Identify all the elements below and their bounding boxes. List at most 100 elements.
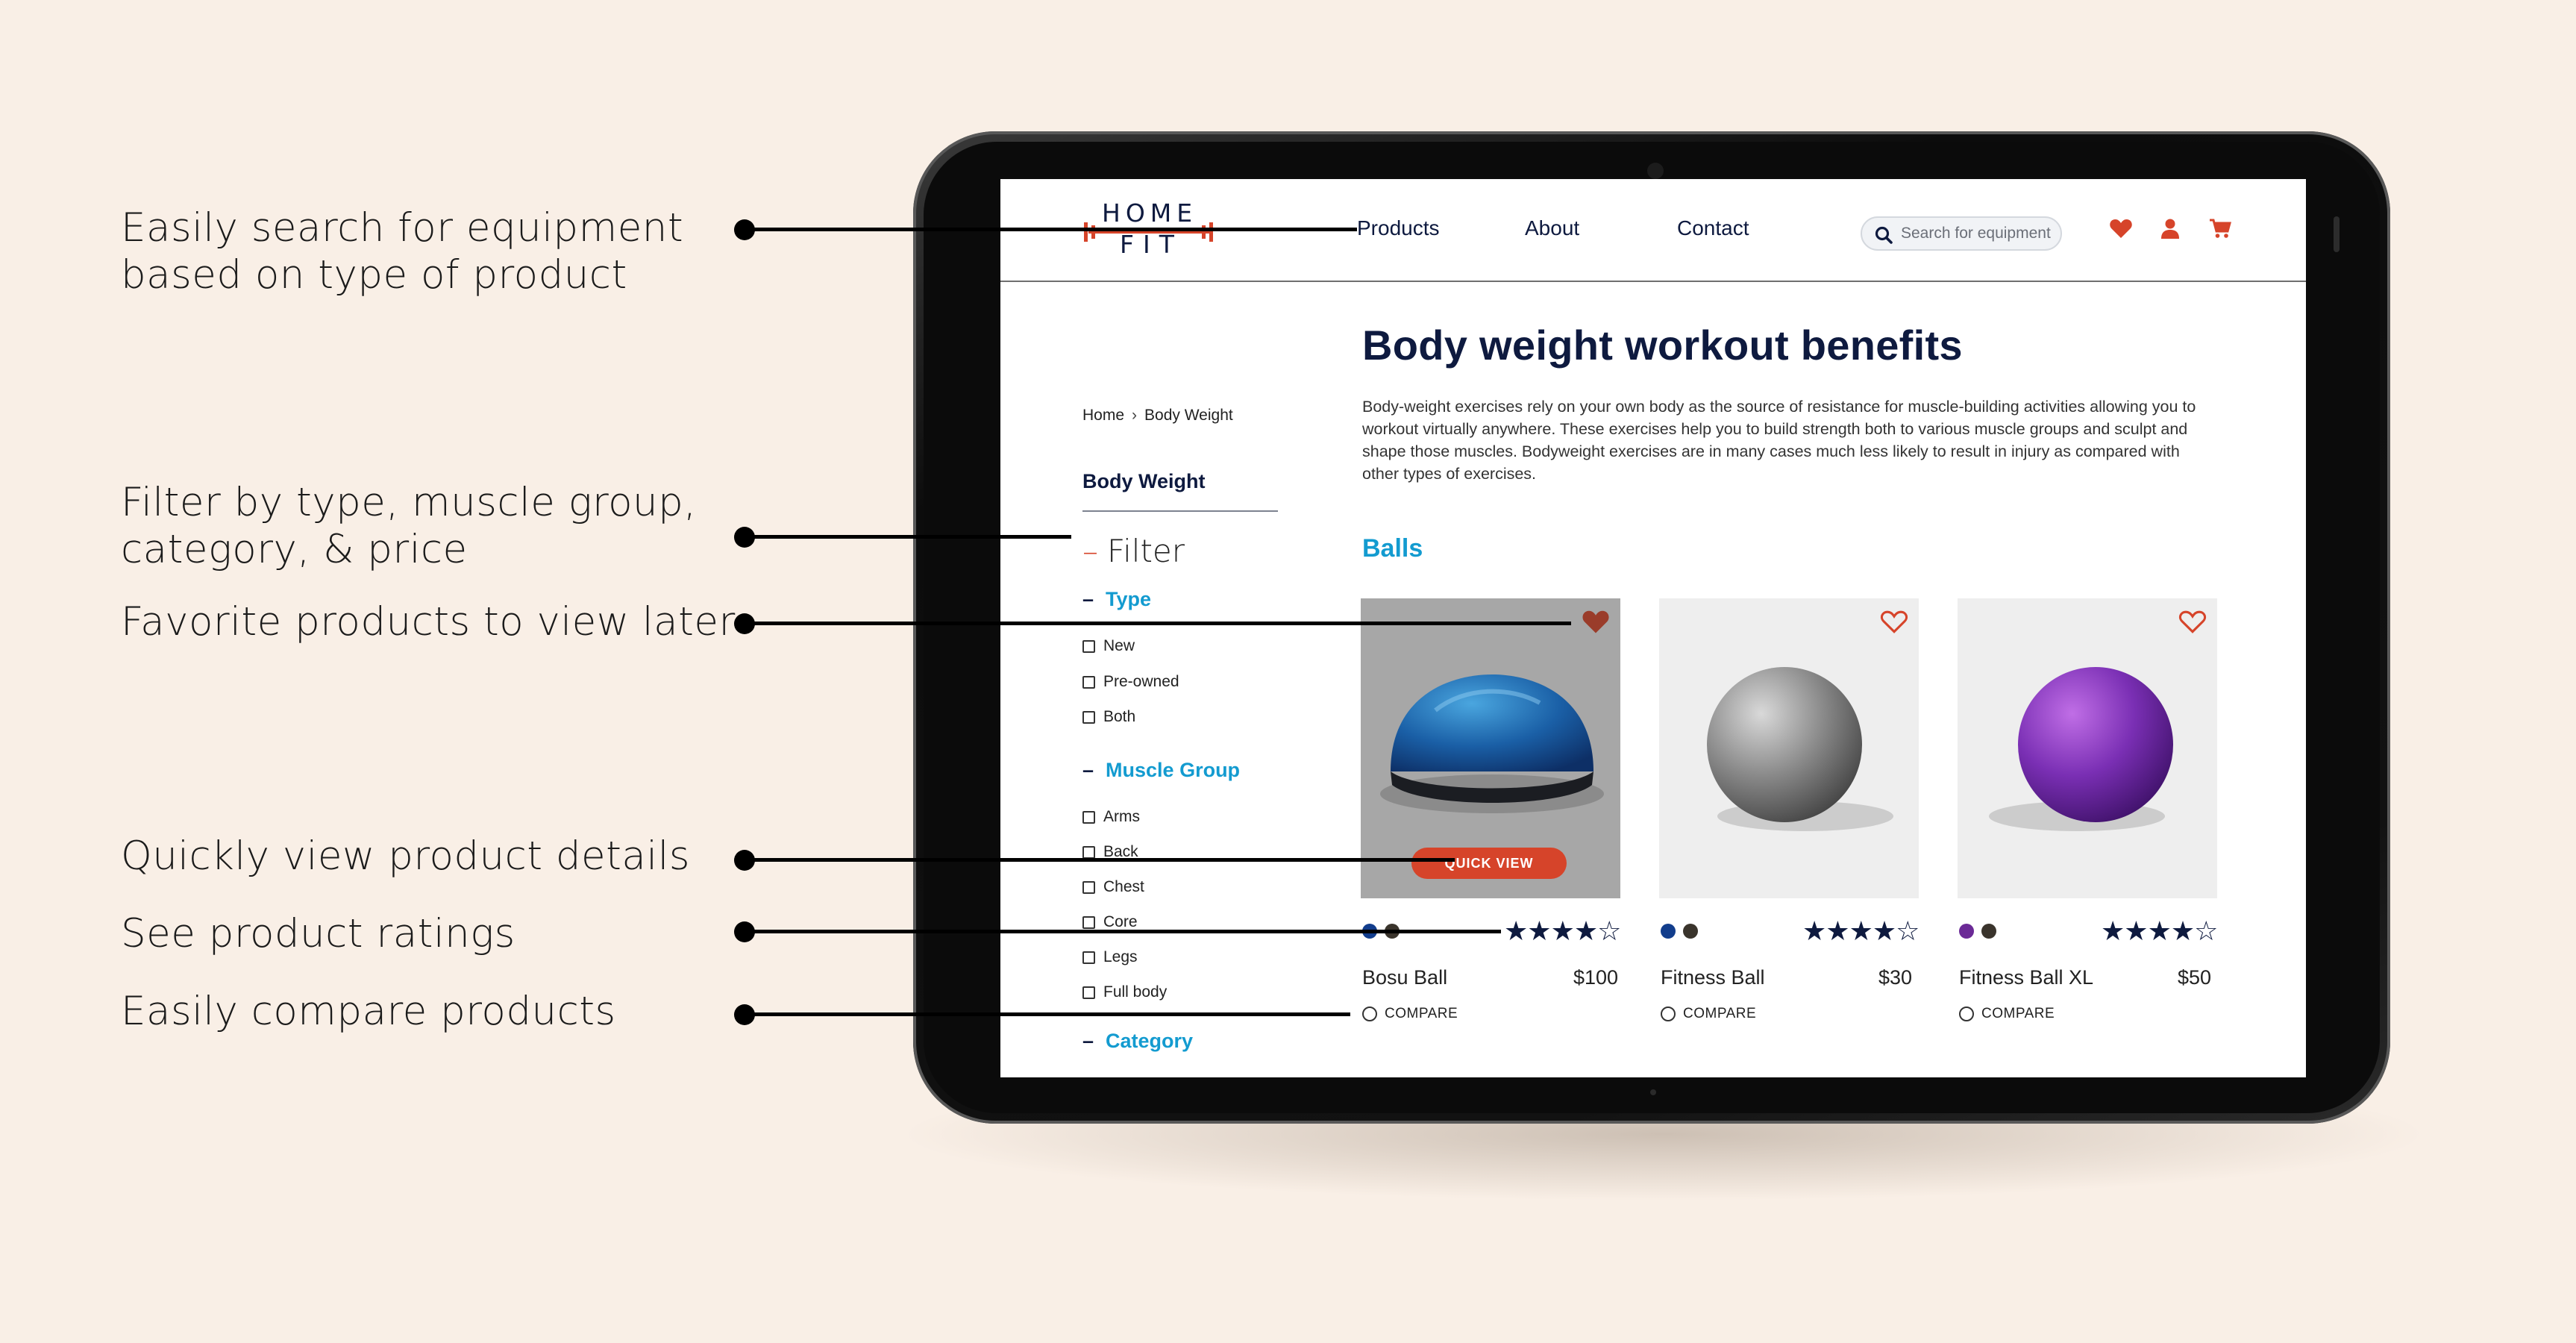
- search-input[interactable]: [1901, 224, 2058, 243]
- star-filled-icon: ★: [1550, 916, 1575, 947]
- filter-group-muscle[interactable]: – Muscle Group: [1082, 759, 1240, 782]
- star-filled-icon: ★: [2124, 916, 2148, 947]
- filter-option-new[interactable]: New: [1082, 637, 1135, 655]
- star-filled-icon: ★: [1802, 916, 1826, 947]
- callout-line: [743, 228, 1357, 231]
- nav-contact[interactable]: Contact: [1677, 216, 1749, 240]
- filter-option-label: Full body: [1103, 983, 1168, 1001]
- star-filled-icon: ★: [1849, 916, 1873, 947]
- filter-option-chest[interactable]: Chest: [1082, 878, 1144, 896]
- checkbox[interactable]: [1082, 951, 1095, 964]
- star-filled-icon: ★: [1504, 916, 1528, 947]
- breadcrumb-home[interactable]: Home: [1082, 407, 1124, 424]
- star-filled-icon: ★: [2170, 916, 2195, 947]
- cart-icon[interactable]: [2209, 218, 2231, 239]
- annotation-filter: Filter by type, muscle group, category, …: [121, 480, 697, 572]
- logo-line-1: HOME: [1102, 198, 1198, 228]
- heart-icon[interactable]: [2109, 218, 2133, 239]
- star-rating: ★★★★☆: [1802, 916, 1920, 947]
- breadcrumb: Home › Body Weight: [1082, 407, 1233, 425]
- checkbox[interactable]: [1082, 675, 1095, 689]
- compare-toggle[interactable]: COMPARE: [1661, 1006, 1756, 1022]
- checkbox[interactable]: [1082, 845, 1095, 859]
- filter-option-full-body[interactable]: Full body: [1082, 983, 1167, 1001]
- checkbox[interactable]: [1082, 810, 1095, 824]
- star-rating: ★★★★☆: [1504, 916, 1621, 947]
- logo-line-2: FIT: [1120, 230, 1183, 259]
- color-swatch[interactable]: [1661, 924, 1676, 939]
- compare-toggle[interactable]: COMPARE: [1362, 1006, 1458, 1022]
- search-icon: [1875, 226, 1893, 244]
- filter-heading[interactable]: – Filter: [1082, 533, 1185, 569]
- collapse-icon: –: [1082, 533, 1098, 569]
- compare-toggle[interactable]: COMPARE: [1959, 1006, 2055, 1022]
- star-empty-icon: ☆: [1597, 916, 1621, 947]
- compare-label: COMPARE: [1981, 1006, 2055, 1021]
- checkbox[interactable]: [1082, 880, 1095, 894]
- callout-line: [743, 1012, 1350, 1016]
- callout-line: [743, 535, 1071, 539]
- nav-products[interactable]: Products: [1357, 216, 1440, 240]
- star-rating: ★★★★☆: [2101, 916, 2218, 947]
- product-name[interactable]: Fitness Ball XL: [1959, 966, 2093, 989]
- filter-option-pre-owned[interactable]: Pre-owned: [1082, 673, 1179, 691]
- favorite-heart-icon[interactable]: [1880, 609, 1908, 634]
- filter-title: Filter: [1107, 533, 1185, 569]
- checkbox[interactable]: [1082, 710, 1095, 724]
- annotation-ratings: See product ratings: [121, 911, 515, 957]
- product-name[interactable]: Bosu Ball: [1362, 966, 1447, 989]
- compare-label: COMPARE: [1385, 1006, 1458, 1021]
- filter-option-label: Core: [1103, 913, 1138, 930]
- filter-group-type[interactable]: – Type: [1082, 588, 1151, 611]
- page-title: Body weight workout benefits: [1362, 322, 1963, 369]
- favorite-heart-icon[interactable]: [1582, 609, 1610, 634]
- checkbox[interactable]: [1082, 639, 1095, 653]
- star-filled-icon: ★: [1826, 916, 1849, 947]
- search-box[interactable]: [1861, 216, 2062, 251]
- product-card-bosu-ball[interactable]: QUICK VIEW: [1361, 598, 1620, 898]
- quick-view-button[interactable]: QUICK VIEW: [1411, 848, 1567, 879]
- color-swatch[interactable]: [1959, 924, 1974, 939]
- product-price: $30: [1878, 966, 1913, 989]
- color-swatches: [1959, 924, 1996, 939]
- filter-option-both[interactable]: Both: [1082, 708, 1135, 726]
- product-card-fitness-ball[interactable]: [1659, 598, 1919, 898]
- star-filled-icon: ★: [2147, 916, 2172, 947]
- annotation-compare: Easily compare products: [121, 989, 616, 1034]
- filter-option-legs[interactable]: Legs: [1082, 948, 1138, 966]
- compare-radio[interactable]: [1959, 1007, 1974, 1021]
- color-swatch[interactable]: [1683, 924, 1698, 939]
- nav-about[interactable]: About: [1525, 216, 1579, 240]
- minus-icon: –: [1082, 588, 1094, 610]
- section-title: Balls: [1362, 534, 1423, 563]
- compare-radio[interactable]: [1362, 1007, 1377, 1021]
- filter-option-label: Pre-owned: [1103, 673, 1179, 690]
- filter-group-label: Type: [1106, 588, 1152, 610]
- compare-radio[interactable]: [1661, 1007, 1676, 1021]
- star-filled-icon: ★: [1527, 916, 1551, 947]
- favorite-heart-icon[interactable]: [2178, 609, 2207, 634]
- chevron-right-icon: ›: [1132, 407, 1138, 424]
- filter-option-arms[interactable]: Arms: [1082, 808, 1140, 826]
- star-filled-icon: ★: [2101, 916, 2125, 947]
- filter-option-core[interactable]: Core: [1082, 913, 1138, 931]
- user-icon[interactable]: [2161, 218, 2179, 239]
- breadcrumb-current: Body Weight: [1144, 407, 1233, 424]
- fitness-ball-image: [1707, 667, 1893, 831]
- product-card-fitness-ball-xl[interactable]: [1958, 598, 2217, 898]
- checkbox[interactable]: [1082, 986, 1095, 999]
- checkbox[interactable]: [1082, 915, 1095, 929]
- star-empty-icon: ☆: [1896, 916, 1920, 947]
- minus-icon: –: [1082, 1030, 1094, 1052]
- product-price: $100: [1573, 966, 1619, 989]
- category-divider: [1082, 510, 1278, 512]
- star-empty-icon: ☆: [2194, 916, 2218, 947]
- color-swatches: [1661, 924, 1698, 939]
- compare-label: COMPARE: [1683, 1006, 1757, 1021]
- camera-icon: [1647, 163, 1664, 179]
- filter-group-category[interactable]: – Category: [1082, 1030, 1193, 1053]
- product-name[interactable]: Fitness Ball: [1661, 966, 1765, 989]
- side-button: [2334, 216, 2340, 252]
- color-swatch[interactable]: [1981, 924, 1996, 939]
- filter-group-label: Category: [1106, 1030, 1194, 1052]
